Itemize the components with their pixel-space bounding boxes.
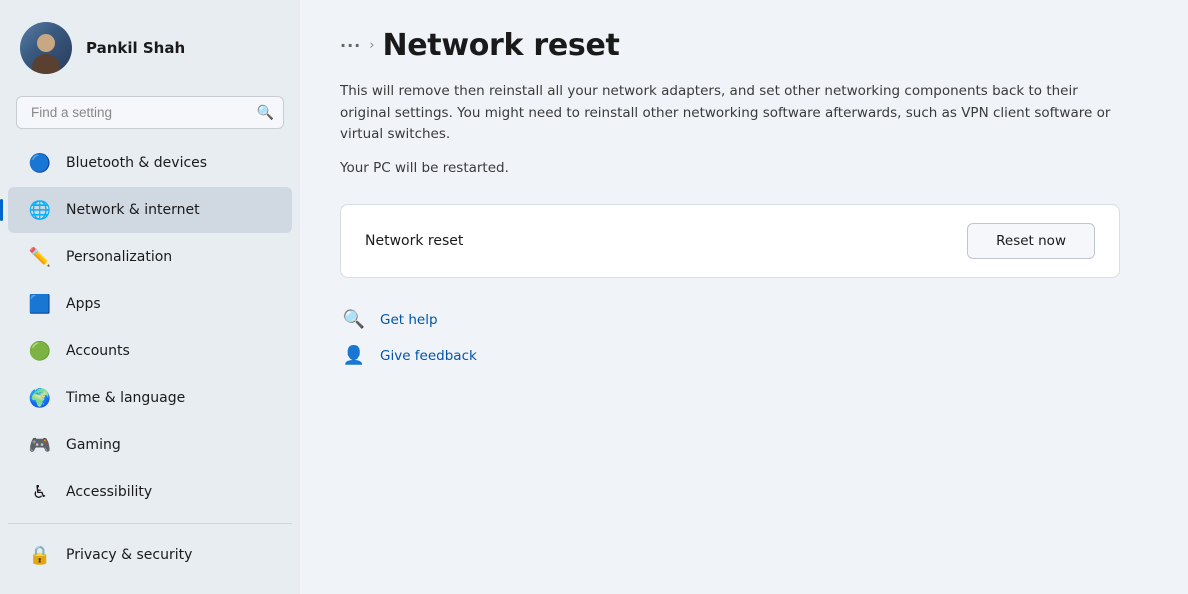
give-feedback-link[interactable]: 👤 Give feedback xyxy=(340,342,1148,370)
sidebar-item-label: Accounts xyxy=(66,343,130,359)
sidebar-item-time[interactable]: 🌍 Time & language xyxy=(8,375,292,421)
time-icon: 🌍 xyxy=(28,386,52,410)
sidebar-item-accounts[interactable]: 🟢 Accounts xyxy=(8,328,292,374)
get-help-icon: 🔍 xyxy=(340,306,368,334)
sidebar-item-label: Time & language xyxy=(66,390,185,406)
page-description: This will remove then reinstall all your… xyxy=(340,81,1120,146)
nav-divider xyxy=(8,523,292,524)
search-box: 🔍 xyxy=(16,96,284,129)
network-reset-card: Network reset Reset now xyxy=(340,204,1120,278)
sidebar-item-apps[interactable]: 🟦 Apps xyxy=(8,281,292,327)
sidebar-item-gaming[interactable]: 🎮 Gaming xyxy=(8,422,292,468)
sidebar-item-label: Accessibility xyxy=(66,484,152,500)
accounts-icon: 🟢 xyxy=(28,339,52,363)
avatar xyxy=(20,22,72,74)
sidebar-item-label: Privacy & security xyxy=(66,547,192,563)
sidebar-item-privacy[interactable]: 🔒 Privacy & security xyxy=(8,532,292,578)
network-icon: 🌐 xyxy=(28,198,52,222)
sidebar-item-accessibility[interactable]: ♿ Accessibility xyxy=(8,469,292,515)
sidebar-item-bluetooth[interactable]: 🔵 Bluetooth & devices xyxy=(8,140,292,186)
main-content: ··· › Network reset This will remove the… xyxy=(300,0,1188,594)
lock-icon: 🔒 xyxy=(28,543,52,567)
user-profile: Pankil Shah xyxy=(0,0,300,92)
restart-notice: Your PC will be restarted. xyxy=(340,160,1148,176)
help-links: 🔍 Get help 👤 Give feedback xyxy=(340,306,1148,370)
search-input[interactable] xyxy=(16,96,284,129)
nav-list: 🔵 Bluetooth & devices 🌐 Network & intern… xyxy=(0,139,300,594)
give-feedback-icon: 👤 xyxy=(340,342,368,370)
reset-card-label: Network reset xyxy=(365,233,463,249)
reset-now-button[interactable]: Reset now xyxy=(967,223,1095,259)
pencil-icon: ✏️ xyxy=(28,245,52,269)
sidebar-item-label: Apps xyxy=(66,296,101,312)
page-title: Network reset xyxy=(382,28,619,63)
sidebar-item-label: Gaming xyxy=(66,437,121,453)
breadcrumb: ··· › Network reset xyxy=(340,28,1148,63)
sidebar-item-label: Network & internet xyxy=(66,202,200,218)
bluetooth-icon: 🔵 xyxy=(28,151,52,175)
get-help-label: Get help xyxy=(380,312,438,328)
accessibility-icon: ♿ xyxy=(28,480,52,504)
user-name: Pankil Shah xyxy=(86,39,185,57)
sidebar-item-label: Bluetooth & devices xyxy=(66,155,207,171)
give-feedback-label: Give feedback xyxy=(380,348,477,364)
chevron-right-icon: › xyxy=(369,38,374,53)
get-help-link[interactable]: 🔍 Get help xyxy=(340,306,1148,334)
sidebar-item-personalization[interactable]: ✏️ Personalization xyxy=(8,234,292,280)
sidebar-item-network[interactable]: 🌐 Network & internet xyxy=(8,187,292,233)
breadcrumb-dots: ··· xyxy=(340,36,361,55)
gaming-icon: 🎮 xyxy=(28,433,52,457)
sidebar: Pankil Shah 🔍 🔵 Bluetooth & devices 🌐 Ne… xyxy=(0,0,300,594)
apps-icon: 🟦 xyxy=(28,292,52,316)
sidebar-item-label: Personalization xyxy=(66,249,172,265)
